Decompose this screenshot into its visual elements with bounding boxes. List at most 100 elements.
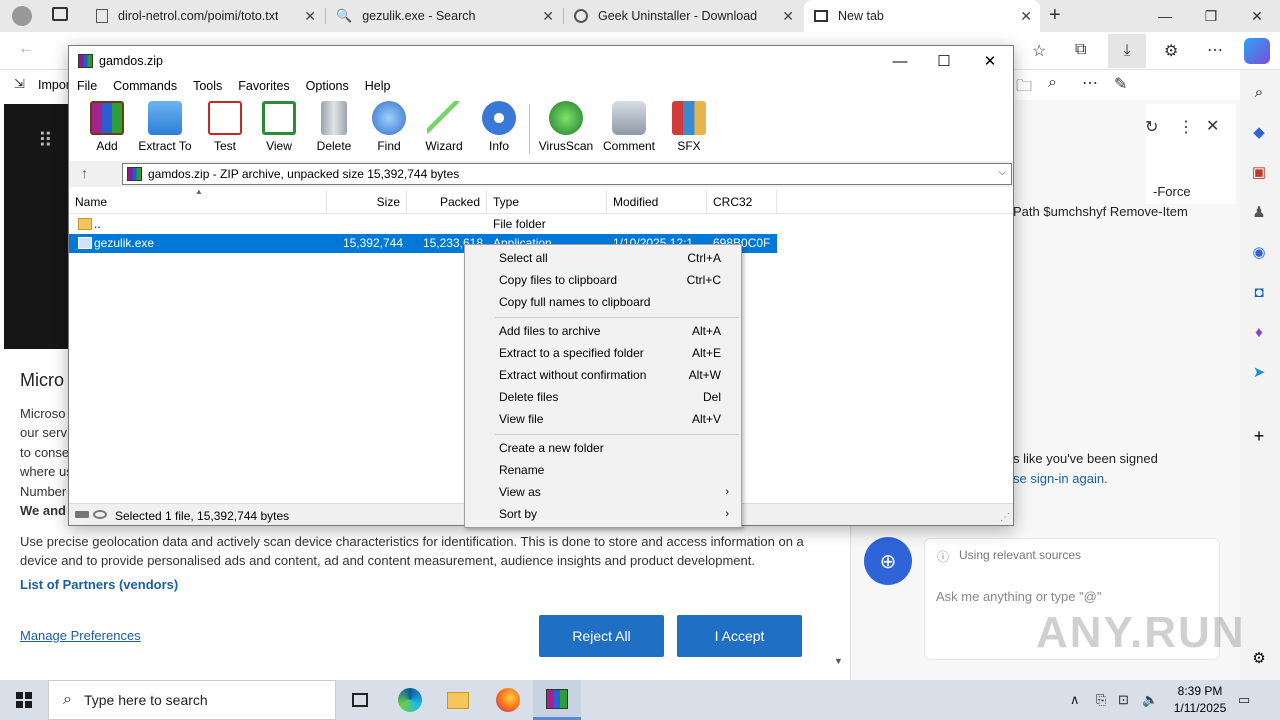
col-modified[interactable]: Modified [607, 190, 707, 214]
more-menu-icon[interactable]: ⋯ [1207, 40, 1223, 60]
tray-device-icon[interactable]: ⎘ [1096, 680, 1106, 720]
pane-more-icon[interactable]: ⋯ [1082, 73, 1098, 93]
apps-grid-icon[interactable]: ⠿ [38, 128, 53, 153]
reject-all-button[interactable]: Reject All [539, 615, 664, 657]
find-button[interactable]: Find [359, 101, 419, 157]
wizard-button[interactable]: Wizard [414, 101, 474, 157]
pane-close-icon[interactable]: ✕ [1206, 116, 1219, 136]
back-icon[interactable]: ← [18, 40, 34, 58]
rail-designer-icon[interactable]: ♦ [1249, 322, 1269, 342]
delete-button[interactable]: Delete [304, 101, 364, 157]
notifications-icon[interactable]: ▭ [1238, 680, 1250, 720]
ask-input[interactable]: Ask me anything or type "@" [936, 589, 1102, 604]
edge-taskbar-button[interactable] [386, 680, 434, 720]
rail-search-icon[interactable]: ⌕ [1249, 82, 1269, 102]
menu-tools[interactable]: Tools [185, 76, 230, 96]
clock[interactable]: 8:39 PM 1/11/2025 [1160, 683, 1240, 717]
scroll-down-icon[interactable]: ▼ [834, 656, 843, 666]
restore-icon[interactable]: ❐ [1188, 0, 1234, 32]
test-button[interactable]: Test [195, 101, 255, 157]
tray-chevron-icon[interactable]: ∧ [1070, 680, 1080, 720]
pane-folder-icon[interactable]: 🗀 [1016, 75, 1032, 102]
menu-item-copy-files[interactable]: Copy files to clipboard Ctrl+C [465, 269, 741, 291]
menu-options[interactable]: Options [298, 76, 357, 96]
col-size[interactable]: Size [327, 190, 407, 214]
close-icon[interactable]: ✕ [1020, 8, 1032, 25]
menu-item-view-file[interactable]: View file Alt+V [465, 408, 741, 430]
menu-item-delete-files[interactable]: Delete files Del [465, 386, 741, 408]
table-row-parent[interactable]: .. File folder [69, 215, 777, 234]
refresh-icon[interactable]: ↻ [1145, 117, 1158, 137]
tab-new-tab[interactable]: New tab ✕ [804, 0, 1040, 32]
menu-help[interactable]: Help [357, 76, 399, 96]
sfx-button[interactable]: SFX [659, 101, 719, 157]
up-arrow-icon[interactable]: ↑ [81, 165, 88, 181]
tab-toto-txt[interactable]: dirol-netrol.com/poimi/toto.txt ✕ [86, 0, 324, 32]
favorites-import-label[interactable]: Impor [38, 78, 70, 92]
menu-item-select-all[interactable]: Select all Ctrl+A [465, 247, 741, 269]
menu-item-add-files[interactable]: Add files to archive Alt+A [465, 320, 741, 342]
profile-icon[interactable] [12, 6, 32, 26]
partners-link[interactable]: List of Partners (vendors) [20, 577, 178, 592]
rail-settings-icon[interactable]: ⚙ [1249, 648, 1269, 668]
volume-icon[interactable]: 🔈 [1142, 680, 1158, 720]
close-icon[interactable]: ✕ [542, 8, 554, 25]
menu-item-sort-by[interactable]: Sort by › [465, 503, 741, 525]
tab-geek-uninstaller[interactable]: Geek Uninstaller - Download ✕ [564, 0, 802, 32]
comment-button[interactable]: Comment [599, 101, 659, 157]
col-crc32[interactable]: CRC32 [707, 190, 777, 214]
col-packed[interactable]: Packed [407, 190, 487, 214]
menu-item-extract-no-confirm[interactable]: Extract without confirmation Alt+W [465, 364, 741, 386]
menu-item-rename[interactable]: Rename [465, 459, 741, 481]
menu-file[interactable]: File [69, 76, 105, 96]
tab-search[interactable]: 🔍 gezulik.exe - Search ✕ [326, 0, 562, 32]
close-window-icon[interactable]: ✕ [1234, 0, 1280, 32]
view-button[interactable]: View [249, 101, 309, 157]
rail-office-icon[interactable]: ◉ [1249, 242, 1269, 262]
sources-label[interactable]: Using relevant sources [959, 548, 1081, 562]
pane-search-icon[interactable]: ⌕ [1048, 74, 1057, 92]
minimize-icon[interactable]: — [877, 46, 923, 76]
favorites-icon[interactable]: ☆ [1032, 41, 1046, 61]
new-tab-plus-icon[interactable]: + [1049, 4, 1061, 27]
rail-outlook-icon[interactable]: ◘ [1249, 282, 1269, 302]
winrar-titlebar[interactable]: gamdos.zip — ☐ ✕ [69, 46, 1013, 76]
collections-icon[interactable]: ⧉ [1075, 41, 1086, 59]
close-icon[interactable]: ✕ [304, 8, 316, 25]
menu-item-view-as[interactable]: View as › [465, 481, 741, 503]
add-button[interactable]: Add [77, 101, 137, 157]
copilot-icon[interactable] [1244, 38, 1270, 64]
rail-shopping-icon[interactable]: ◆ [1249, 122, 1269, 142]
new-chat-button[interactable]: ⊕ [864, 537, 912, 585]
pane-pin-icon[interactable]: ✎ [1114, 74, 1127, 94]
task-view-button[interactable] [336, 680, 384, 720]
info-button[interactable]: Info [469, 101, 529, 157]
menu-commands[interactable]: Commands [105, 76, 185, 96]
virusscan-button[interactable]: VirusScan [536, 101, 596, 157]
start-button[interactable] [0, 680, 48, 720]
accept-button[interactable]: I Accept [677, 615, 802, 657]
firefox-taskbar-button[interactable] [484, 680, 532, 720]
winrar-taskbar-button[interactable] [533, 680, 581, 720]
rail-tools-icon[interactable]: ▣ [1249, 162, 1269, 182]
archive-path-field[interactable]: gamdos.zip - ZIP archive, unpacked size … [122, 163, 1012, 185]
network-icon[interactable]: ⊡ [1118, 680, 1129, 720]
close-icon[interactable]: ✕ [782, 8, 794, 25]
resize-grip-icon[interactable]: ⋰ [1000, 512, 1010, 523]
extract-to-button[interactable]: Extract To [135, 101, 195, 157]
side-signin-link[interactable]: se sign-in again. [1013, 471, 1108, 486]
tab-actions-icon[interactable] [52, 7, 68, 21]
menu-item-new-folder[interactable]: Create a new folder [465, 437, 741, 459]
extensions-icon[interactable]: ⚙ [1164, 41, 1178, 61]
chevron-down-icon[interactable]: ⌵ [998, 167, 1006, 178]
explorer-taskbar-button[interactable] [434, 680, 482, 720]
downloads-icon[interactable]: ⤓ [1108, 34, 1146, 68]
minimize-icon[interactable]: — [1142, 0, 1188, 32]
manage-preferences-link[interactable]: Manage Preferences [20, 628, 141, 643]
taskbar-search[interactable]: ⌕ Type here to search [48, 680, 336, 720]
close-icon[interactable]: ✕ [967, 46, 1013, 76]
menu-item-extract-to[interactable]: Extract to a specified folder Alt+E [465, 342, 741, 364]
col-type[interactable]: Type [487, 190, 607, 214]
menu-item-copy-names[interactable]: Copy full names to clipboard [465, 291, 741, 313]
rail-add-icon[interactable]: + [1249, 426, 1269, 446]
